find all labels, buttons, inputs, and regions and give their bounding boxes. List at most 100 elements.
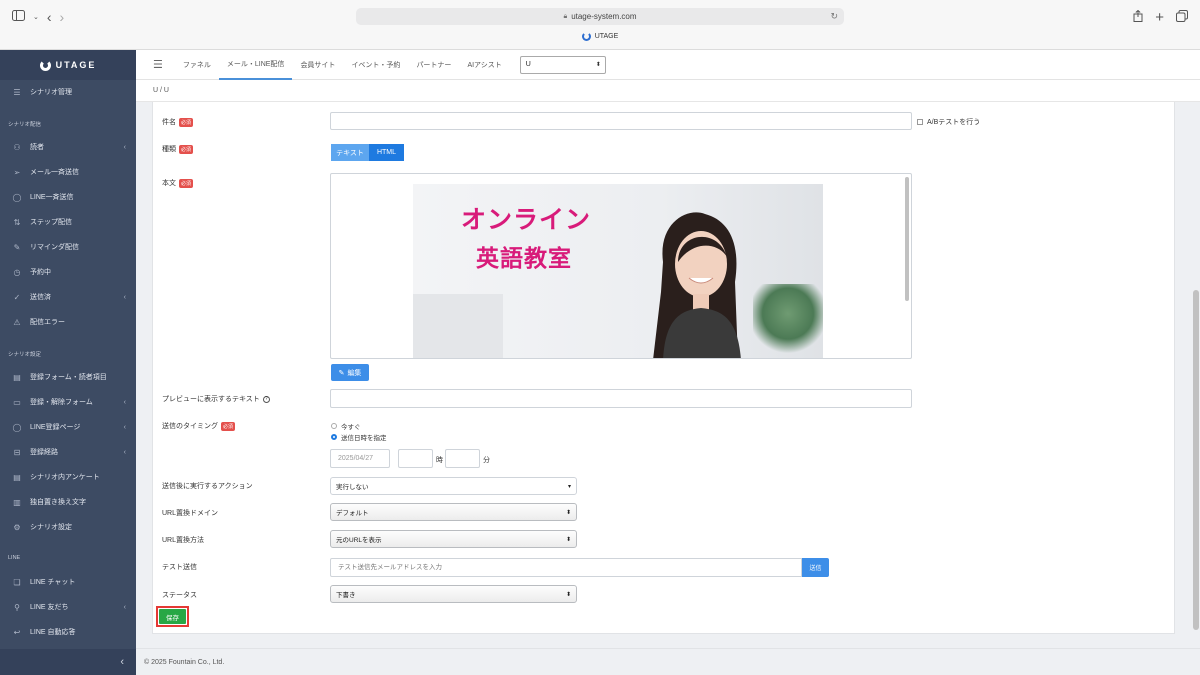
status-select[interactable]: 下書き ⬍ (330, 585, 577, 603)
route-icon: ⊟ (13, 447, 21, 457)
sidebar-item[interactable]: ✎ リマインダ配信 (0, 237, 136, 257)
share-icon[interactable] (1133, 9, 1143, 25)
test-send-button[interactable]: 送信 (802, 558, 829, 577)
sidebar-item[interactable]: ◯ LINE一斉送信 (0, 187, 136, 207)
sidebar-item[interactable]: ❏ LINE チャット (0, 572, 136, 592)
type-html-label: HTML (376, 149, 397, 156)
sidebar-item[interactable]: ▭ 登録・解除フォーム ‹ (0, 392, 136, 412)
sidebar-logo[interactable]: UTAGE (0, 50, 136, 80)
breadcrumb-text[interactable]: U / U (153, 87, 169, 94)
test-email-input[interactable] (330, 558, 802, 577)
radio-scheduled[interactable] (331, 434, 337, 440)
sidebar-item[interactable]: ◷ 予約中 (0, 262, 136, 282)
sidebar-item-label: LINE 友だち (30, 604, 69, 611)
sidebar-item[interactable]: ⇅ ステップ配信 (0, 212, 136, 232)
list-icon: ☰ (13, 87, 21, 97)
test-send-label-text: テスト送信 (162, 564, 197, 571)
domain-select-value: デフォルト (336, 510, 369, 517)
date-input[interactable]: 2025/04/27 (330, 449, 390, 468)
help-icon[interactable]: ? (262, 395, 270, 403)
editor-scrollbar[interactable] (905, 177, 909, 301)
new-tab-icon[interactable]: + (1155, 9, 1164, 26)
type-html-button[interactable]: HTML (369, 144, 404, 161)
nav-tab[interactable]: ファネル (175, 50, 219, 80)
sidebar-item-label: LINE一斉送信 (30, 194, 74, 201)
table-icon: ▤ (13, 472, 21, 482)
sidebar-item-label: 登録経路 (30, 449, 58, 456)
domain-select[interactable]: デフォルト ⬍ (330, 503, 577, 521)
method-select-value: 元のURLを表示 (336, 537, 382, 544)
sidebar-collapse-button[interactable]: ‹ (0, 649, 136, 675)
sidebar-item[interactable]: ◯ LINE登録ページ ‹ (0, 417, 136, 437)
sidebar-section-line: LINE (8, 555, 21, 561)
sidebar-item-label: リマインダ配信 (30, 244, 79, 251)
account-select[interactable]: U ⬍ (519, 55, 606, 74)
chevron-down-icon[interactable]: ⌄ (33, 13, 39, 21)
ab-test-label: A/Bテストを行う (927, 119, 981, 126)
sort-icon: ⇅ (13, 217, 21, 227)
save-button[interactable]: 保存 (159, 609, 186, 624)
hour-input[interactable] (398, 449, 433, 468)
updown-arrow-icon: ⬍ (565, 536, 571, 543)
check-icon: ✓ (13, 292, 21, 302)
sidebar-item-scenario-management[interactable]: ☰ シナリオ管理 (0, 82, 136, 102)
chevron-left-icon: ‹ (123, 143, 126, 151)
page-scrollbar[interactable] (1192, 102, 1200, 648)
lock-icon: 🔒︎ (563, 12, 568, 20)
hamburger-menu-icon[interactable]: ☰ (153, 58, 163, 71)
sidebar-item[interactable]: ↩ LINE 自動応答 (0, 622, 136, 642)
action-select[interactable]: 実行しない ▾ (330, 477, 577, 495)
nav-tab[interactable]: イベント・予約 (343, 50, 408, 80)
nav-tab[interactable]: メール・LINE配信 (218, 50, 293, 80)
preview-text-input[interactable] (330, 389, 912, 408)
radio-now[interactable] (331, 423, 337, 429)
sidebar-item[interactable]: ⚠ 配信エラー (0, 312, 136, 332)
hour-unit: 時 (436, 457, 443, 464)
sidebar-item-label: 独自置き換え文字 (30, 499, 86, 506)
sidebar-item[interactable]: ⊟ 登録経路 ‹ (0, 442, 136, 462)
method-select[interactable]: 元のURLを表示 ⬍ (330, 530, 577, 548)
timing-option-scheduled[interactable]: 送信日時を指定 (331, 432, 387, 442)
table-icon: ▤ (13, 372, 21, 382)
sidebar-item[interactable]: ➢ メール一斉送信 (0, 162, 136, 182)
reload-icon[interactable]: ↻ (830, 11, 838, 22)
sidebar-item[interactable]: ⚙ シナリオ設定 (0, 517, 136, 537)
nav-tab[interactable]: パートナー (408, 50, 459, 80)
utage-logo-icon (39, 59, 51, 71)
body-editor[interactable]: オンライン 英語教室 (330, 173, 912, 359)
preview-label: プレビューに表示するテキスト ? (162, 394, 270, 404)
back-icon[interactable]: ‹ (47, 9, 52, 25)
timing-option-now[interactable]: 今すぐ (331, 421, 361, 431)
address-bar[interactable]: 🔒︎ utage-system.com ↻ (356, 8, 844, 25)
sidebar-item[interactable]: ▤ シナリオ内アンケート (0, 467, 136, 487)
sidebar-item-label: 配信エラー (30, 319, 65, 326)
sidebar-item[interactable]: ⚇ 読者 ‹ (0, 137, 136, 157)
nav-tabs: ファネル メール・LINE配信 会員サイト イベント・予約 パートナー AIアシスト (175, 50, 510, 80)
required-badge: 必須 (179, 144, 194, 154)
chat-icon: ◯ (12, 192, 22, 202)
ab-test-checkbox[interactable] (917, 119, 923, 125)
sidebar-item[interactable]: ✓ 送信済 ‹ (0, 287, 136, 307)
sidebar-item-label: シナリオ内アンケート (30, 474, 100, 481)
sidebar-item-label: 予約中 (30, 269, 51, 276)
sidebar-item[interactable]: ⚲ LINE 友だち ‹ (0, 597, 136, 617)
sidebar-item[interactable]: ▤ 登録フォーム・読者項目 (0, 367, 136, 387)
clock-icon: ◷ (13, 267, 21, 277)
page-scrollbar-thumb[interactable] (1193, 290, 1199, 630)
sidebar-item[interactable]: ▥ 独自置き換え文字 (0, 492, 136, 512)
account-select-value: U (525, 61, 531, 68)
sidebar-item-label: LINE 自動応答 (30, 629, 76, 636)
minute-input[interactable] (445, 449, 480, 468)
chevron-left-icon: ‹ (123, 448, 126, 456)
subject-input[interactable] (330, 112, 912, 130)
type-text-button[interactable]: テキスト (331, 144, 369, 161)
nav-tab[interactable]: AIアシスト (459, 50, 509, 80)
forward-icon[interactable]: › (60, 9, 65, 25)
tab-title[interactable]: UTAGE (0, 32, 1200, 41)
sidebar-toggle-icon[interactable] (12, 10, 25, 24)
edit-button[interactable]: ✎ 編集 (331, 364, 369, 381)
timing-label: 送信のタイミング 必須 (162, 421, 236, 431)
url-text: utage-system.com (571, 12, 637, 21)
nav-tab[interactable]: 会員サイト (292, 50, 343, 80)
tabs-overview-icon[interactable] (1176, 10, 1188, 25)
